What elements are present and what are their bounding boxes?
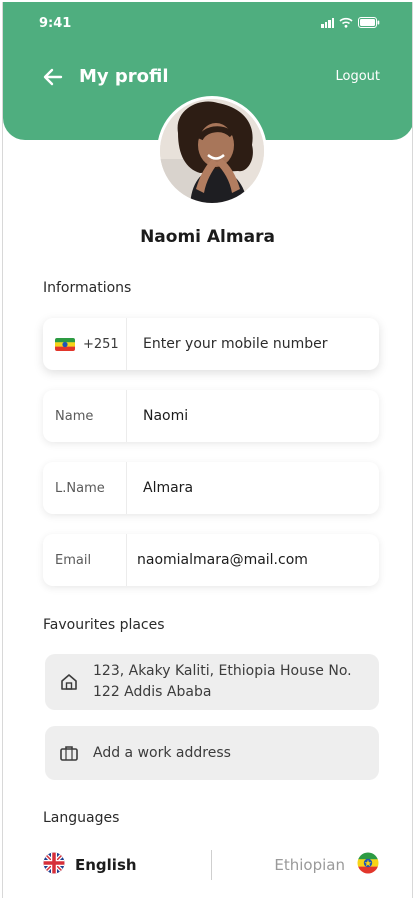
- phone-field[interactable]: +251 Enter your mobile number: [43, 318, 379, 370]
- language-divider: [211, 850, 212, 880]
- email-value[interactable]: naomialmara@mail.com: [127, 552, 308, 568]
- profile-name: Naomi Almara: [140, 227, 275, 247]
- language-selector: English Ethiopian: [43, 844, 383, 884]
- ethiopia-round-flag-icon: [357, 852, 379, 878]
- last-name-label: L.Name: [43, 462, 127, 514]
- status-icons: [321, 17, 380, 28]
- last-name-field[interactable]: L.Name Almara: [43, 462, 379, 514]
- languages-heading: Languages: [43, 810, 120, 826]
- language-ethiopian-label: Ethiopian: [274, 856, 345, 874]
- mobile-number-input[interactable]: Enter your mobile number: [127, 336, 328, 352]
- last-name-value[interactable]: Almara: [127, 480, 193, 496]
- name-value[interactable]: Naomi: [127, 408, 188, 424]
- avatar[interactable]: [157, 96, 267, 206]
- add-work-address-button[interactable]: Add a work address: [45, 726, 379, 780]
- back-arrow-icon[interactable]: [41, 65, 65, 89]
- favourites-heading: Favourites places: [43, 617, 165, 633]
- country-code: +251: [83, 336, 119, 352]
- name-label: Name: [43, 390, 127, 442]
- home-address-text: 123, Akaky Kaliti, Ethiopia House No. 12…: [93, 661, 352, 703]
- language-option-english[interactable]: English: [43, 852, 137, 878]
- home-address-line2: 122 Addis Ababa: [93, 684, 212, 700]
- ethiopia-flag-icon: [55, 337, 75, 351]
- page-title: My profil: [79, 66, 169, 87]
- email-field[interactable]: Email naomialmara@mail.com: [43, 534, 379, 586]
- home-address-line1: 123, Akaky Kaliti, Ethiopia House No.: [93, 663, 352, 679]
- language-option-ethiopian[interactable]: Ethiopian: [274, 852, 379, 878]
- informations-heading: Informations: [43, 280, 132, 296]
- wifi-icon: [339, 17, 353, 28]
- profile-screen: 9:41 My profil Logout Naomi Almara Infor…: [2, 2, 413, 898]
- uk-flag-icon: [43, 852, 65, 878]
- home-icon: [45, 672, 93, 692]
- language-english-label: English: [75, 856, 137, 874]
- name-field[interactable]: Name Naomi: [43, 390, 379, 442]
- logout-button[interactable]: Logout: [335, 69, 380, 84]
- status-bar: 9:41: [3, 2, 412, 46]
- battery-icon: [358, 17, 380, 28]
- briefcase-icon: [45, 744, 93, 762]
- add-work-address-label: Add a work address: [93, 744, 231, 761]
- signal-icon: [321, 18, 334, 28]
- email-label: Email: [43, 534, 127, 586]
- home-address-item[interactable]: 123, Akaky Kaliti, Ethiopia House No. 12…: [45, 654, 379, 710]
- country-code-selector[interactable]: +251: [43, 318, 127, 370]
- status-time: 9:41: [39, 16, 72, 31]
